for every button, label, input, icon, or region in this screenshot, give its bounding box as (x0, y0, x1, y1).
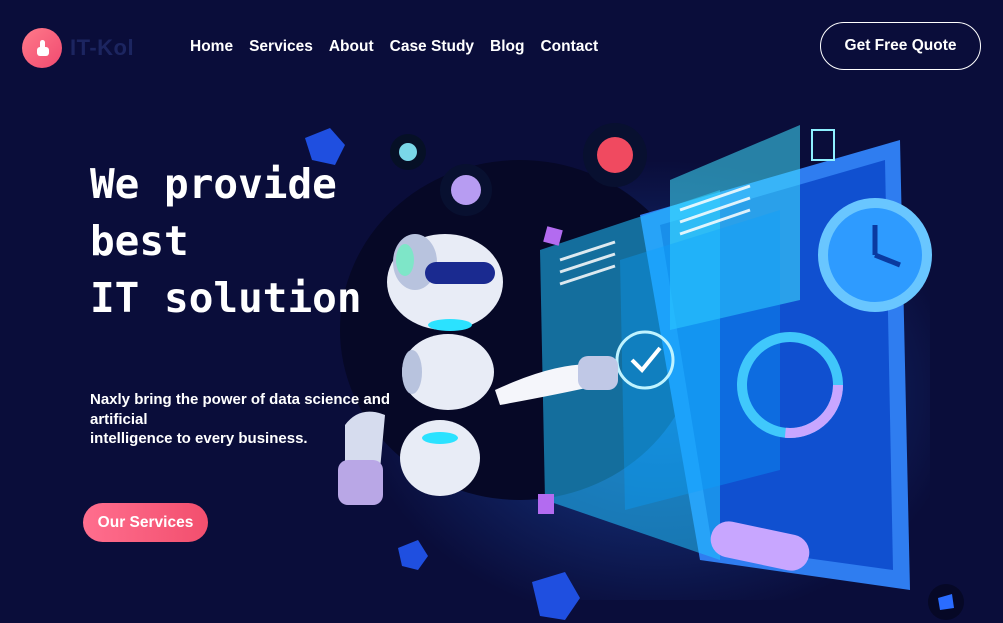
hand-pointer-icon (22, 28, 62, 68)
nav-item-contact[interactable]: Contact (540, 38, 598, 56)
get-free-quote-button[interactable]: Get Free Quote (820, 22, 981, 70)
nav-item-services[interactable]: Services (249, 38, 313, 56)
orb-corner (928, 584, 964, 620)
hero-description: Naxly bring the power of data science an… (90, 391, 391, 447)
nav-item-case-study[interactable]: Case Study (390, 38, 474, 56)
main-nav: Home Services About Case Study Blog Cont… (190, 38, 614, 56)
hero-title: We provide best IT solution (90, 160, 362, 322)
our-services-button[interactable]: Our Services (83, 503, 208, 542)
brand-logo[interactable]: IT-Kol (22, 28, 134, 68)
nav-item-about[interactable]: About (329, 38, 374, 56)
nav-item-blog[interactable]: Blog (490, 38, 524, 56)
nav-item-home[interactable]: Home (190, 38, 233, 56)
background-glow (330, 140, 930, 600)
brand-name: IT-Kol (70, 35, 135, 60)
